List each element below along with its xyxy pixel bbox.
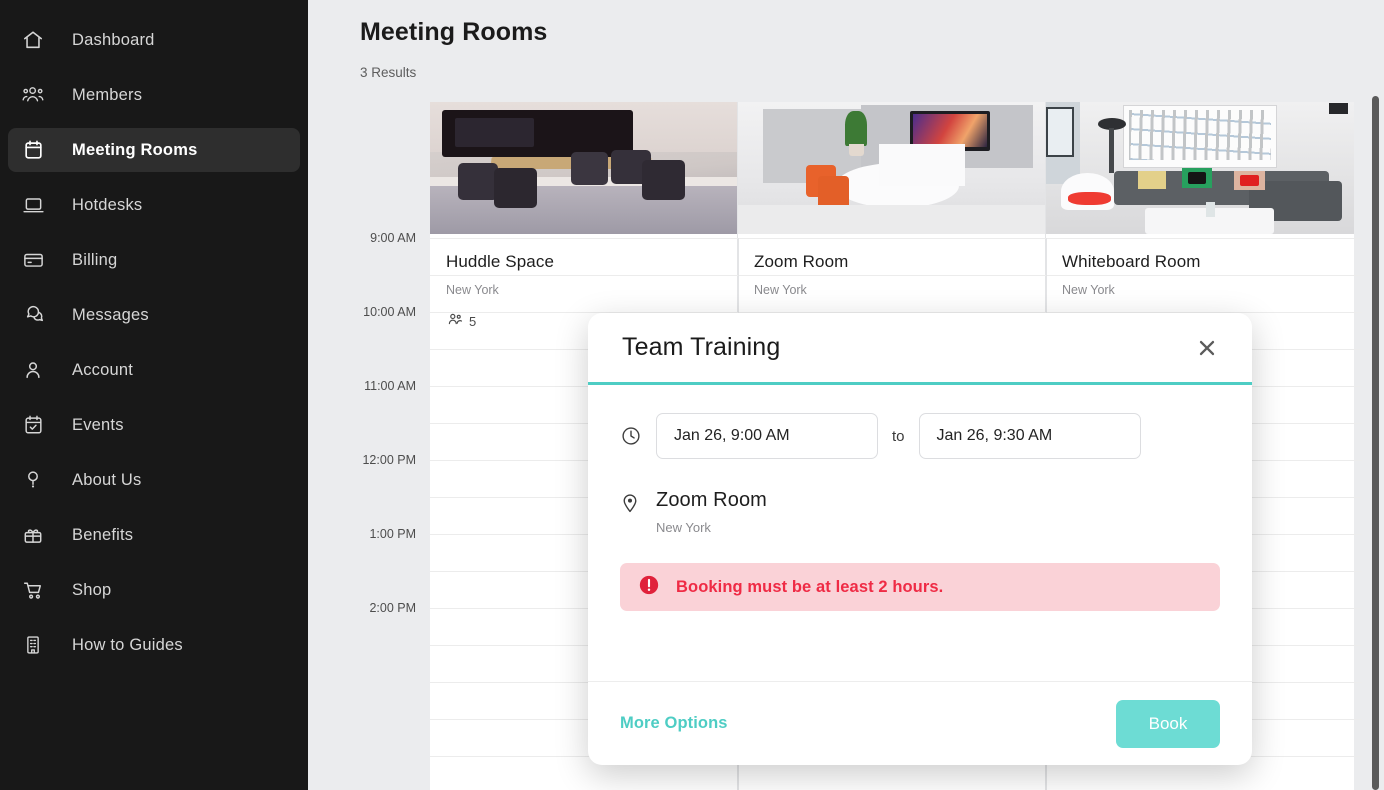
sidebar-item-label: About Us — [72, 470, 142, 489]
sidebar-item-label: Dashboard — [72, 30, 155, 49]
clock-icon — [620, 425, 656, 447]
sidebar-item-label: Members — [72, 85, 143, 104]
room-capacity-value: 5 — [469, 313, 477, 329]
sidebar-item-label: Shop — [72, 580, 112, 599]
start-time-input[interactable]: Jan 26, 9:00 AM — [656, 413, 878, 459]
home-icon — [16, 26, 50, 54]
modal-header: Team Training — [588, 313, 1252, 385]
sidebar-item-meeting-rooms[interactable]: Meeting Rooms — [8, 128, 300, 172]
question-icon — [16, 466, 50, 494]
app-root: Dashboard Members Meeting Rooms Hotdesks — [0, 0, 1384, 790]
room-location: New York — [1062, 283, 1115, 297]
modal-body: Jan 26, 9:00 AM to Jan 26, 9:30 AM Zoom … — [588, 385, 1252, 681]
modal-title: Team Training — [622, 333, 781, 361]
sidebar-item-how-to-guides[interactable]: How to Guides — [8, 623, 300, 667]
laptop-icon — [16, 191, 50, 219]
book-button[interactable]: Book — [1116, 699, 1220, 748]
sidebar: Dashboard Members Meeting Rooms Hotdesks — [0, 0, 308, 790]
sidebar-item-label: Events — [72, 415, 124, 434]
to-label: to — [892, 427, 905, 445]
room-info: Whiteboard Room New York — [1046, 234, 1354, 297]
results-count: 3 Results — [360, 65, 417, 80]
booking-time-row: Jan 26, 9:00 AM to Jan 26, 9:30 AM — [620, 413, 1220, 459]
room-name: Huddle Space — [446, 252, 554, 271]
room-location: New York — [754, 283, 807, 297]
calendar-icon — [16, 136, 50, 164]
modal-footer: More Options Book — [588, 681, 1252, 765]
users-icon — [16, 81, 50, 109]
building-icon — [16, 631, 50, 659]
room-name: Whiteboard Room — [1062, 252, 1201, 271]
booking-location-row: Zoom Room New York — [620, 489, 1220, 535]
gift-icon — [16, 521, 50, 549]
time-label: 9:00 AM — [370, 231, 416, 245]
sidebar-item-label: How to Guides — [72, 635, 183, 654]
people-icon — [446, 312, 463, 330]
location-pin-icon — [620, 489, 656, 535]
room-name: Zoom Room — [754, 252, 849, 271]
time-label: 11:00 AM — [364, 379, 416, 393]
modal-room-name: Zoom Room — [656, 489, 767, 511]
error-exclamation-icon — [638, 574, 660, 601]
modal-room-location: New York — [656, 520, 711, 535]
error-message: Booking must be at least 2 hours. — [676, 577, 944, 596]
time-label: 10:00 AM — [363, 305, 416, 319]
more-options-link[interactable]: More Options — [620, 714, 728, 733]
room-photo — [430, 102, 737, 234]
sidebar-item-label: Hotdesks — [72, 195, 143, 214]
sidebar-item-events[interactable]: Events — [8, 403, 300, 447]
sidebar-item-messages[interactable]: Messages — [8, 293, 300, 337]
error-banner: Booking must be at least 2 hours. — [620, 563, 1220, 611]
person-icon — [16, 356, 50, 384]
sidebar-item-label: Account — [72, 360, 134, 379]
sidebar-item-about-us[interactable]: About Us — [8, 458, 300, 502]
sidebar-item-shop[interactable]: Shop — [8, 568, 300, 612]
vertical-scrollbar-thumb[interactable] — [1372, 96, 1379, 790]
close-icon[interactable] — [1192, 333, 1222, 363]
time-label: 2:00 PM — [369, 601, 416, 615]
sidebar-item-benefits[interactable]: Benefits — [8, 513, 300, 557]
sidebar-item-dashboard[interactable]: Dashboard — [8, 18, 300, 62]
sidebar-item-label: Billing — [72, 250, 118, 269]
sidebar-item-members[interactable]: Members — [8, 73, 300, 117]
sidebar-item-label: Meeting Rooms — [72, 140, 198, 159]
sidebar-item-billing[interactable]: Billing — [8, 238, 300, 282]
room-location: New York — [446, 283, 499, 297]
booking-modal: Team Training Jan 26, 9:00 AM to Jan 26,… — [588, 313, 1252, 765]
cart-icon — [16, 576, 50, 604]
end-time-input[interactable]: Jan 26, 9:30 AM — [918, 413, 1141, 459]
room-photo — [738, 102, 1045, 234]
chat-icon — [16, 301, 50, 329]
sidebar-item-account[interactable]: Account — [8, 348, 300, 392]
sidebar-item-label: Messages — [72, 305, 149, 324]
sidebar-item-label: Benefits — [72, 525, 134, 544]
event-icon — [16, 411, 50, 439]
sidebar-item-hotdesks[interactable]: Hotdesks — [8, 183, 300, 227]
room-info: Zoom Room New York — [738, 234, 1045, 297]
page-title: Meeting Rooms — [360, 18, 548, 46]
time-label: 12:00 PM — [362, 453, 416, 467]
room-photo — [1046, 102, 1354, 234]
vertical-scrollbar-track[interactable] — [1364, 0, 1384, 790]
time-label: 1:00 PM — [369, 527, 416, 541]
calendar-time-gutter: 9:00 AM 10:00 AM 11:00 AM 12:00 PM 1:00 … — [308, 231, 430, 790]
card-icon — [16, 246, 50, 274]
